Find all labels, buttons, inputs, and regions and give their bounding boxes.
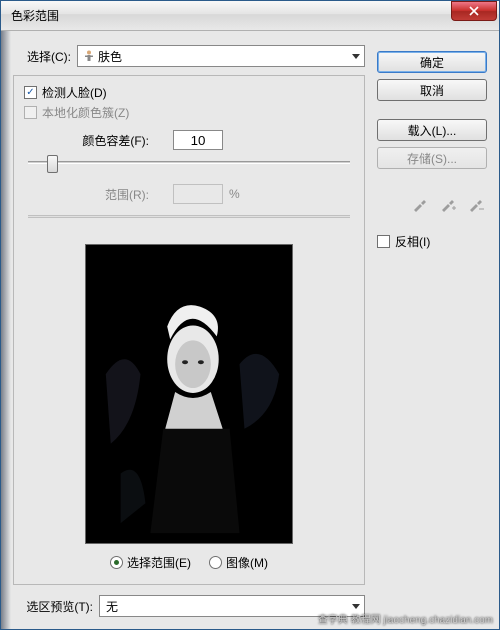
range-input bbox=[173, 184, 223, 204]
select-value: 肤色 bbox=[98, 48, 122, 65]
selection-preview-value: 无 bbox=[106, 598, 118, 615]
preview-image-radio[interactable]: 图像(M) bbox=[209, 554, 268, 571]
close-button[interactable] bbox=[451, 1, 497, 21]
localized-colors-label: 本地化颜色簇(Z) bbox=[42, 104, 129, 121]
eyedropper-icon bbox=[409, 193, 431, 215]
localized-colors-checkbox bbox=[24, 106, 37, 119]
chevron-down-icon bbox=[352, 54, 360, 59]
radio-icon bbox=[209, 556, 222, 569]
cancel-button[interactable]: 取消 bbox=[377, 79, 487, 101]
close-icon bbox=[469, 6, 479, 16]
preview-selection-label: 选择范围(E) bbox=[127, 554, 191, 571]
eyedropper-minus-icon bbox=[465, 193, 487, 215]
range-slider bbox=[28, 208, 350, 226]
load-button[interactable]: 载入(L)... bbox=[377, 119, 487, 141]
selection-preview-image bbox=[85, 244, 293, 544]
window-title: 色彩范围 bbox=[11, 7, 451, 24]
range-unit: % bbox=[229, 187, 240, 201]
invert-label: 反相(I) bbox=[395, 233, 430, 250]
select-dropdown[interactable]: 肤色 bbox=[77, 45, 365, 67]
detect-faces-checkbox[interactable]: ✓ bbox=[24, 86, 37, 99]
selection-preview-label: 选区预览(T): bbox=[13, 598, 93, 615]
fuzziness-slider[interactable] bbox=[28, 154, 350, 172]
eyedropper-plus-icon bbox=[437, 193, 459, 215]
slider-thumb[interactable] bbox=[47, 155, 58, 173]
watermark: 查字典 教程网 jiaocheng.chazidian.com bbox=[318, 611, 493, 626]
preview-selection-radio[interactable]: 选择范围(E) bbox=[110, 554, 191, 571]
invert-checkbox[interactable] bbox=[377, 235, 390, 248]
detect-faces-label: 检测人脸(D) bbox=[42, 84, 107, 101]
preview-image-label: 图像(M) bbox=[226, 554, 268, 571]
skin-tone-icon bbox=[84, 50, 94, 62]
radio-icon bbox=[110, 556, 123, 569]
title-bar: 色彩范围 bbox=[1, 1, 499, 31]
fuzziness-label: 颜色容差(F): bbox=[54, 132, 149, 149]
fuzziness-input[interactable] bbox=[173, 130, 223, 150]
ok-button[interactable]: 确定 bbox=[377, 51, 487, 73]
range-label: 范围(R): bbox=[54, 186, 149, 203]
select-label: 选择(C): bbox=[13, 48, 71, 65]
chevron-down-icon bbox=[352, 604, 360, 609]
save-button: 存储(S)... bbox=[377, 147, 487, 169]
